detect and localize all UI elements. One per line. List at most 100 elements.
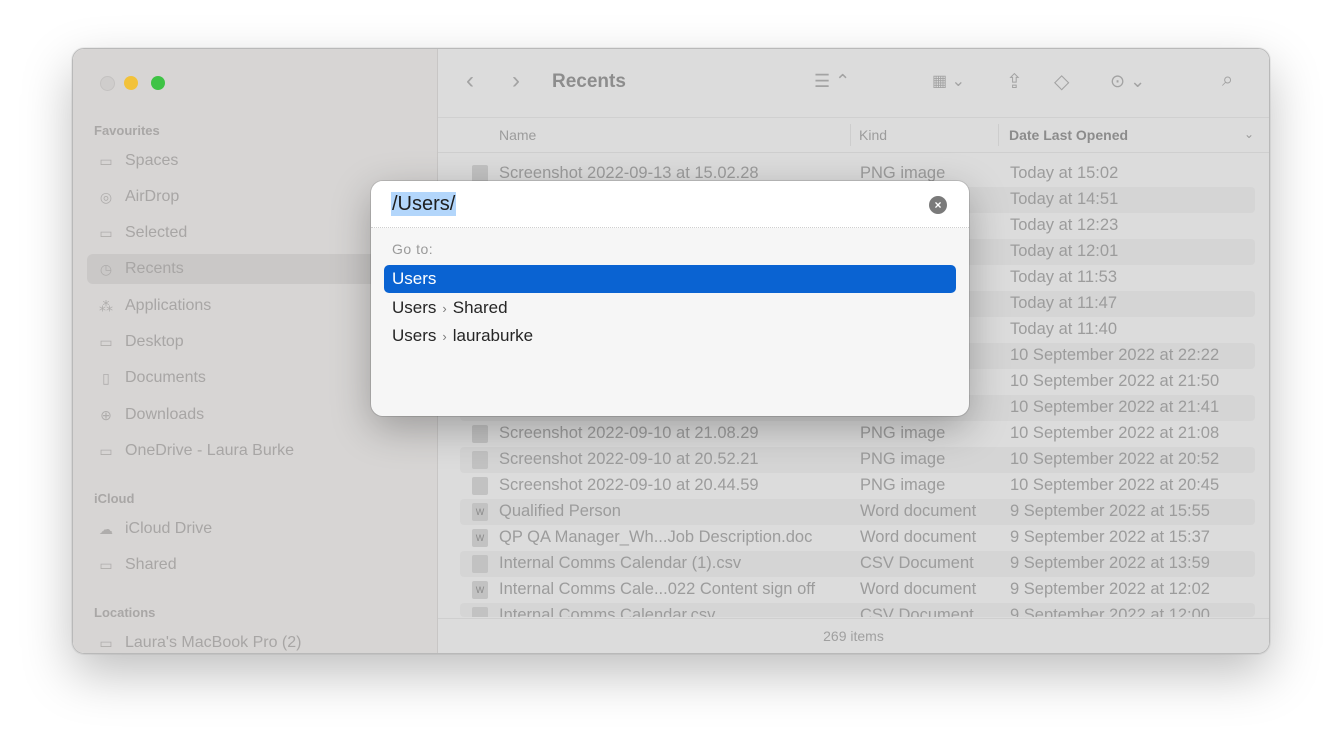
file-date: Today at 11:47 xyxy=(1010,294,1118,312)
sidebar-item-icloud-drive[interactable]: ☁ iCloud Drive xyxy=(87,514,423,544)
laptop-icon: ▭ xyxy=(99,634,113,651)
go-to-folder-dialog: /Users/ × Go to: Users Users › Shared User… xyxy=(371,181,969,416)
column-divider[interactable] xyxy=(850,124,851,146)
file-date: Today at 11:53 xyxy=(1010,268,1118,286)
folder-icon: ▭ xyxy=(99,152,113,169)
suggestion-users[interactable]: Users xyxy=(384,265,956,293)
file-date: Today at 12:01 xyxy=(1010,242,1119,260)
sidebar-item-macbook[interactable]: ▭ Laura's MacBook Pro (2) xyxy=(87,628,423,653)
sidebar-item-label: AirDrop xyxy=(125,188,180,205)
file-date: 10 September 2022 at 21:08 xyxy=(1010,424,1220,442)
toolbar: ‹ › Recents ☰ ⌃ ▦ ⌄ ⇪ ◇ ⊙ ⌄ ⌕ xyxy=(438,49,1269,117)
sidebar-item-spaces[interactable]: ▭ Spaces xyxy=(87,146,423,176)
minimize-window-button[interactable] xyxy=(124,76,138,90)
path-input[interactable]: /Users/ × xyxy=(371,181,969,228)
sidebar-item-label: OneDrive - Laura Burke xyxy=(125,442,294,459)
folder-icon: ▭ xyxy=(99,224,113,241)
column-kind[interactable]: Kind xyxy=(859,127,887,143)
file-row[interactable]: Screenshot 2022-09-10 at 21.08.29 PNG im… xyxy=(460,421,1255,447)
file-date: 10 September 2022 at 21:50 xyxy=(1010,372,1220,390)
path-input-value[interactable]: /Users/ xyxy=(391,192,457,216)
file-date: 10 September 2022 at 20:45 xyxy=(1010,476,1220,494)
chevron-right-icon: › xyxy=(442,329,447,344)
desktop-icon: ▭ xyxy=(99,333,113,350)
sidebar-section-locations: Locations xyxy=(94,605,156,620)
file-name: Internal Comms Cale...022 Content sign o… xyxy=(499,580,816,598)
cloud-icon: ☁ xyxy=(99,520,113,537)
column-header: Name Kind Date Last Opened ⌄ xyxy=(438,117,1269,153)
sidebar-item-label: Spaces xyxy=(125,152,179,169)
file-row[interactable]: Screenshot 2022-09-10 at 20.52.21 PNG im… xyxy=(460,447,1255,473)
file-kind: CSV Document xyxy=(860,606,974,617)
suggestion-label: Shared xyxy=(452,298,508,317)
tag-icon[interactable]: ◇ xyxy=(1054,69,1069,94)
file-kind: Word document xyxy=(860,580,977,598)
column-divider[interactable] xyxy=(998,124,999,146)
file-date: 9 September 2022 at 15:37 xyxy=(1010,528,1210,546)
more-actions-icon[interactable]: ⊙ ⌄ xyxy=(1110,71,1145,92)
file-name: Qualified Person xyxy=(499,502,621,520)
column-name[interactable]: Name xyxy=(499,127,536,143)
sidebar-item-label: Shared xyxy=(125,556,177,573)
file-date: 10 September 2022 at 22:22 xyxy=(1010,346,1220,364)
image-file-icon xyxy=(472,425,488,443)
image-file-icon xyxy=(472,477,488,495)
file-date: 9 September 2022 at 13:59 xyxy=(1010,554,1210,572)
applications-icon: ⁂ xyxy=(99,297,113,314)
sidebar-item-label: Laura's MacBook Pro (2) xyxy=(125,634,302,651)
sidebar-item-label: Recents xyxy=(125,260,184,277)
maximize-window-button[interactable] xyxy=(151,76,165,90)
file-kind: PNG image xyxy=(860,476,946,494)
suggestion-label: Users xyxy=(392,269,437,288)
file-date: Today at 11:40 xyxy=(1010,320,1118,338)
file-row[interactable]: Internal Comms Calendar.csv CSV Document… xyxy=(460,603,1255,617)
search-icon[interactable]: ⌕ xyxy=(1222,69,1233,92)
file-name: Internal Comms Calendar.csv xyxy=(499,606,716,617)
word-document-icon: W xyxy=(472,529,488,547)
file-row[interactable]: W Internal Comms Cale...022 Content sign… xyxy=(460,577,1255,603)
file-name: QP QA Manager_Wh...Job Description.doc xyxy=(499,528,813,546)
sidebar-item-label: Desktop xyxy=(125,333,184,350)
suggestion-label: lauraburke xyxy=(452,326,534,345)
image-file-icon xyxy=(472,451,488,469)
sidebar-item-label: Downloads xyxy=(125,406,205,423)
file-name: Screenshot 2022-09-10 at 21.08.29 xyxy=(499,424,759,442)
file-row[interactable]: W QP QA Manager_Wh...Job Description.doc… xyxy=(460,525,1255,551)
file-date: 9 September 2022 at 12:02 xyxy=(1010,580,1210,598)
sidebar-item-onedrive[interactable]: ▭ OneDrive - Laura Burke xyxy=(87,436,423,466)
back-icon[interactable]: ‹ xyxy=(466,67,474,95)
sidebar-item-label: iCloud Drive xyxy=(125,520,213,537)
file-row[interactable]: Screenshot 2022-09-10 at 20.44.59 PNG im… xyxy=(460,473,1255,499)
status-bar: 269 items xyxy=(438,618,1269,653)
group-icon[interactable]: ▦ ⌄ xyxy=(932,71,965,91)
forward-icon[interactable]: › xyxy=(512,67,520,95)
word-document-icon: W xyxy=(472,503,488,521)
suggestion-parent: Users xyxy=(392,298,437,317)
sidebar-item-shared[interactable]: ▭ Shared xyxy=(87,550,423,580)
sidebar-item-label: Applications xyxy=(125,297,212,314)
sidebar-item-label: Selected xyxy=(125,224,188,241)
suggestion-users-lauraburke[interactable]: Users › lauraburke xyxy=(384,322,956,350)
suggestion-users-shared[interactable]: Users › Shared xyxy=(384,294,956,322)
file-name: Screenshot 2022-09-10 at 20.52.21 xyxy=(499,450,759,468)
close-window-button[interactable] xyxy=(100,76,115,91)
word-document-icon: W xyxy=(472,581,488,599)
download-icon: ⊕ xyxy=(100,406,112,423)
sort-chevron-icon[interactable]: ⌄ xyxy=(1244,127,1254,141)
file-date: Today at 15:02 xyxy=(1010,164,1119,182)
clear-icon[interactable]: × xyxy=(929,196,947,214)
window-title: Recents xyxy=(552,71,626,92)
share-icon[interactable]: ⇪ xyxy=(1006,69,1023,94)
file-kind: PNG image xyxy=(860,424,946,442)
shared-folder-icon: ▭ xyxy=(99,556,113,573)
file-kind: Word document xyxy=(860,528,977,546)
list-view-icon[interactable]: ☰ ⌃ xyxy=(814,71,850,92)
csv-file-icon xyxy=(472,555,488,573)
file-row[interactable]: Internal Comms Calendar (1).csv CSV Docu… xyxy=(460,551,1255,577)
column-date-last-opened[interactable]: Date Last Opened xyxy=(1009,127,1128,143)
file-date: 9 September 2022 at 15:55 xyxy=(1010,502,1210,520)
file-name: Internal Comms Calendar (1).csv xyxy=(499,554,742,572)
sidebar-section-favourites: Favourites xyxy=(94,123,160,138)
sidebar-item-label: Documents xyxy=(125,369,206,386)
file-row[interactable]: W Qualified Person Word document 9 Septe… xyxy=(460,499,1255,525)
